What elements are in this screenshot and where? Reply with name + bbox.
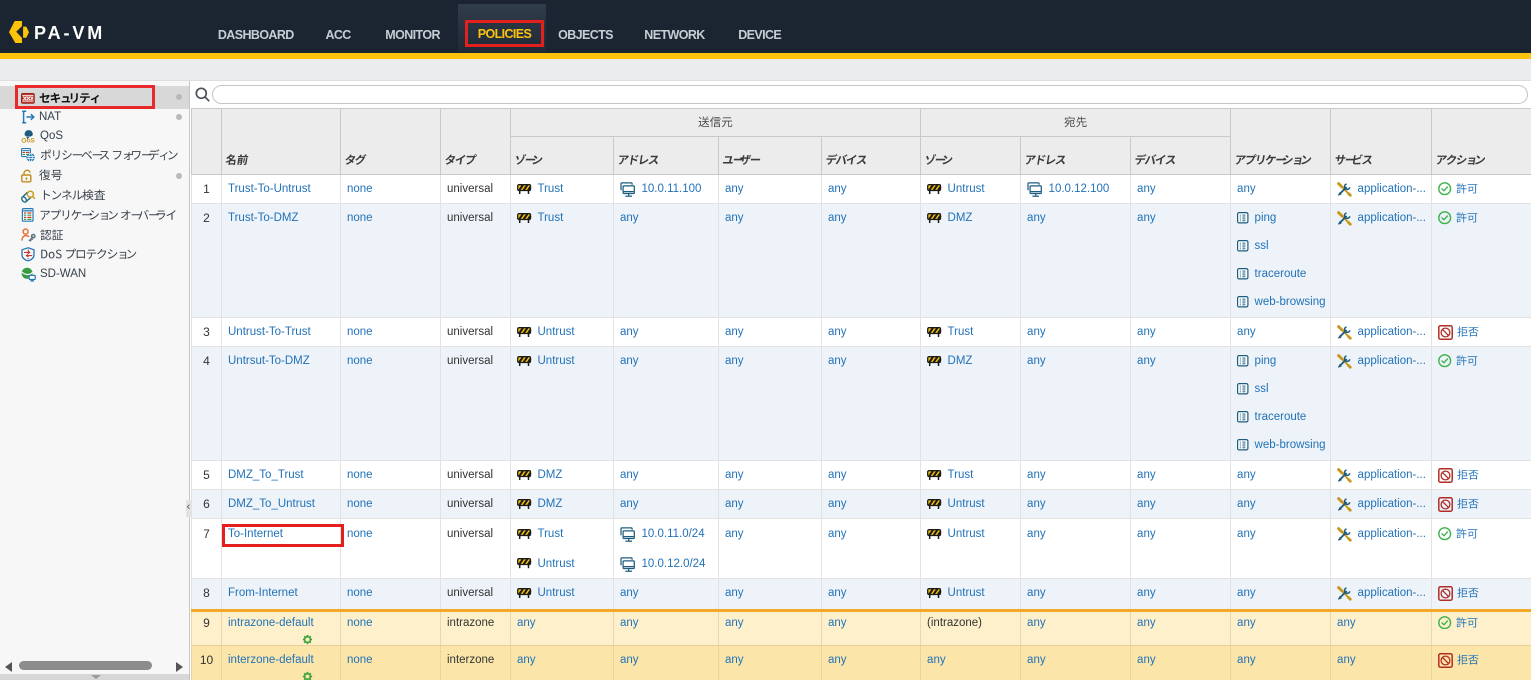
svg-text:QoS: QoS xyxy=(21,138,35,143)
